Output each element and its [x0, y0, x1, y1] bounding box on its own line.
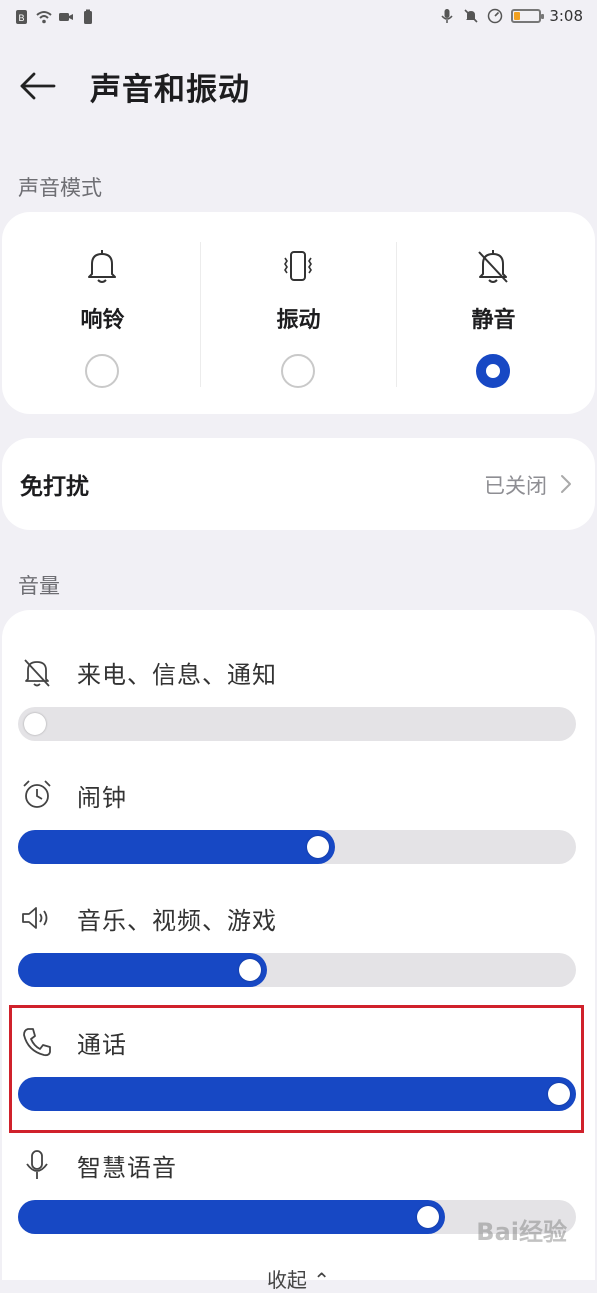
volume-label: 闹钟: [77, 784, 127, 812]
mode-ring[interactable]: 响铃: [5, 212, 200, 414]
video-icon: [59, 13, 73, 21]
mode-ring-label: 响铃: [80, 308, 125, 333]
volume-label: 智慧语音: [77, 1154, 177, 1182]
page-title: 声音和振动: [90, 72, 250, 108]
mode-silent-label: 静音: [471, 308, 516, 333]
mode-silent[interactable]: 静音: [396, 212, 591, 414]
back-arrow-icon[interactable]: [18, 66, 58, 106]
volume-row-notification: 来电、信息、通知: [2, 655, 595, 755]
do-not-disturb-status: 已关闭: [484, 474, 547, 498]
status-time: 3:08: [549, 7, 583, 25]
volume-slider-thumb[interactable]: [417, 1206, 439, 1228]
volume-slider-thumb[interactable]: [24, 713, 46, 735]
status-left-icons: B: [14, 9, 96, 25]
volume-slider-thumb[interactable]: [238, 959, 261, 981]
alarm-icon: [23, 780, 51, 808]
highlight-box-annotation: [9, 1005, 584, 1133]
battery-small-icon: [84, 9, 92, 24]
volume-label: 来电、信息、通知: [77, 661, 277, 689]
volume-row-media: 音乐、视频、游戏: [2, 901, 595, 1001]
mute-icon: [464, 9, 478, 23]
bell-icon: [88, 250, 116, 283]
battery-level: [514, 12, 520, 20]
volume-row-alarm: 闹钟: [2, 778, 595, 878]
do-not-disturb-row[interactable]: 免打扰 已关闭: [2, 438, 595, 530]
speed-icon: [488, 8, 503, 24]
mode-silent-radio[interactable]: [476, 354, 510, 388]
mode-ring-radio[interactable]: [85, 354, 119, 388]
page-header: 声音和振动: [0, 50, 597, 120]
wifi-icon: [36, 11, 52, 24]
chevron-right-icon: [561, 475, 571, 493]
mode-vibrate-radio[interactable]: [281, 354, 315, 388]
sound-mode-section-label: 声音模式: [18, 176, 102, 200]
status-right-icons: 3:08: [439, 7, 583, 25]
vibrate-icon: [284, 251, 312, 281]
battery-icon: [511, 9, 545, 23]
mic-icon: [441, 9, 453, 23]
volume-slider-thumb[interactable]: [306, 836, 329, 858]
mic-icon: [26, 1150, 48, 1179]
mode-vibrate[interactable]: 振动: [201, 212, 396, 414]
status-bar: B 3:08: [0, 0, 597, 36]
volume-slider-fill: [18, 830, 335, 864]
volume-slider[interactable]: [18, 707, 576, 741]
volume-slider-fill: [18, 1200, 445, 1234]
volume-section-label: 音量: [18, 574, 60, 598]
collapse-button[interactable]: 收起 ⌃: [0, 1264, 597, 1293]
svg-text:B: B: [18, 13, 24, 23]
do-not-disturb-label: 免打扰: [20, 474, 89, 500]
volume-slider[interactable]: [18, 953, 576, 987]
sound-mode-card: 响铃 振动 静音: [2, 212, 595, 414]
volume-slider-fill: [18, 953, 267, 987]
volume-slider[interactable]: [18, 830, 576, 864]
sim-icon: B: [16, 10, 27, 24]
bell-off-icon: [24, 659, 50, 687]
bell-off-icon: [478, 250, 508, 283]
mode-vibrate-label: 振动: [276, 308, 321, 333]
volume-card: 来电、信息、通知 闹钟 音乐、视频、游戏 通话 智慧语音: [2, 610, 595, 1280]
speaker-icon: [22, 907, 48, 929]
watermark-logo: Bai经验: [476, 1218, 567, 1246]
volume-label: 音乐、视频、游戏: [77, 907, 277, 935]
